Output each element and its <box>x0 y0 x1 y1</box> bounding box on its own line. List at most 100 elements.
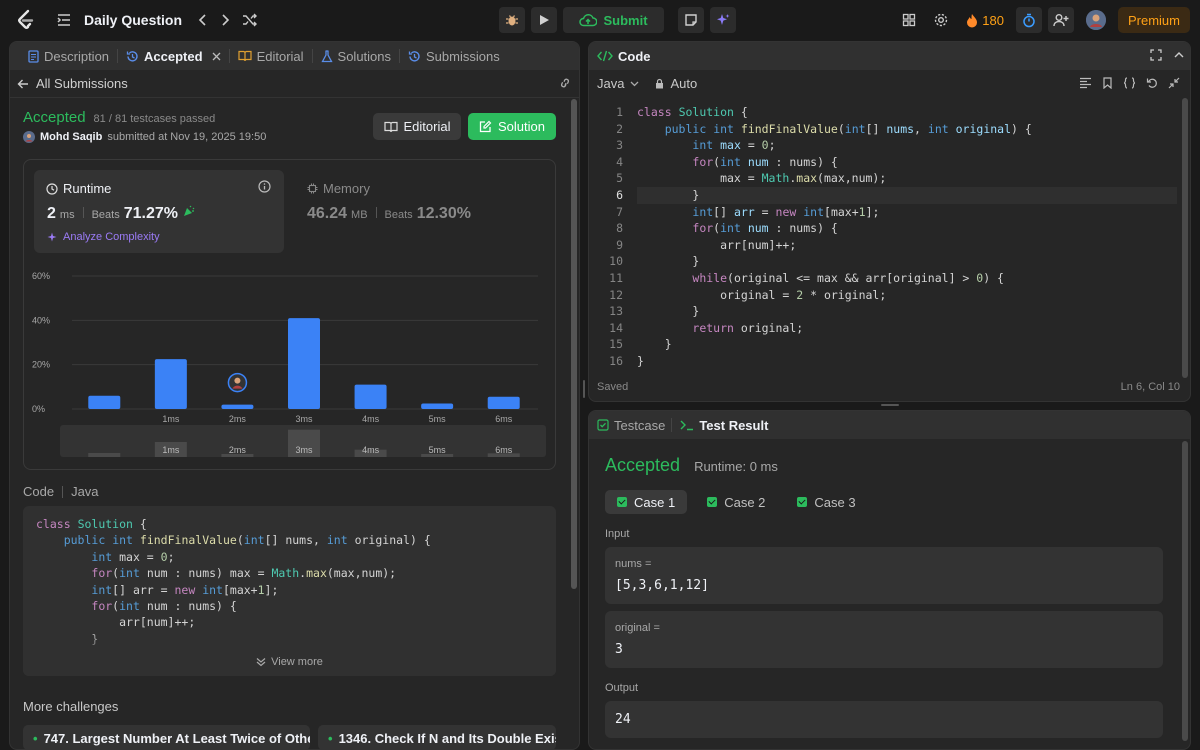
line-number: 2 <box>616 121 623 136</box>
your-submission-marker[interactable] <box>227 372 248 393</box>
case-tab[interactable]: Case 1 <box>605 490 688 514</box>
x-tick-label: 6ms <box>495 414 513 424</box>
bar[interactable] <box>88 395 121 409</box>
mini-tick-label: 2ms <box>229 445 247 455</box>
view-more-button[interactable]: View more <box>23 656 556 668</box>
bar[interactable] <box>421 403 454 409</box>
resize-handle[interactable] <box>881 404 899 406</box>
tab-description[interactable]: Description <box>20 42 117 70</box>
debug-button[interactable] <box>499 7 525 33</box>
line-number: 3 <box>616 138 623 153</box>
info-icon[interactable] <box>258 180 271 193</box>
format-icon[interactable] <box>1079 77 1092 89</box>
flame-icon <box>966 13 978 28</box>
tab-accepted[interactable]: Accepted <box>118 42 229 70</box>
tab-testcase[interactable]: Testcase <box>597 411 671 439</box>
close-icon[interactable] <box>212 52 221 61</box>
premium-button[interactable]: Premium <box>1117 7 1190 33</box>
memory-card[interactable]: Memory 46.24 MB Beats 12.30% <box>307 170 547 253</box>
line-number: 11 <box>609 270 623 285</box>
ai-assist-button[interactable] <box>710 7 736 33</box>
notes-button[interactable] <box>678 7 704 33</box>
code-line: for(int num : nums) { <box>91 599 237 614</box>
more-challenges-heading: More challenges <box>23 699 119 714</box>
line-number: 4 <box>616 154 623 169</box>
challenge-link[interactable]: • 747. Largest Number At Least Twice of O… <box>23 725 310 749</box>
editor-scrollbar[interactable] <box>1182 98 1188 378</box>
submitted-time: submitted at Nov 19, 2025 19:50 <box>107 131 267 143</box>
bookmark-icon[interactable] <box>1102 77 1113 89</box>
memory-beats: 12.30% <box>416 205 471 222</box>
y-tick-label: 0% <box>32 404 45 414</box>
analyze-complexity-link[interactable]: Analyze Complexity <box>47 231 160 243</box>
runtime-label: Runtime <box>63 181 112 196</box>
line-number: 9 <box>616 237 623 252</box>
problem-list-title[interactable]: Daily Question <box>84 12 182 28</box>
line-number: 5 <box>616 171 623 186</box>
leetcode-logo[interactable] <box>14 8 38 32</box>
user-name[interactable]: Mohd Saqib <box>40 131 102 143</box>
case-tab[interactable]: Case 3 <box>785 490 867 514</box>
braces-icon[interactable] <box>1123 77 1136 89</box>
bar[interactable] <box>154 359 187 409</box>
language-select[interactable]: Java <box>597 76 624 91</box>
cloud-upload-icon <box>579 13 598 27</box>
code-editor[interactable]: class Solution { public int findFinalVal… <box>637 104 1032 370</box>
chevron-up-icon[interactable] <box>1173 49 1185 61</box>
gear-icon[interactable] <box>928 12 954 28</box>
checkbox-icon <box>597 419 609 431</box>
avatar[interactable] <box>1085 10 1106 30</box>
tab-editorial[interactable]: Editorial <box>230 42 312 70</box>
streak-counter[interactable]: 180 <box>966 13 1004 28</box>
collapse-icon[interactable] <box>1168 77 1180 89</box>
play-icon <box>538 14 550 26</box>
link-icon[interactable] <box>558 77 572 89</box>
problem-list-icon[interactable] <box>56 13 72 27</box>
maximize-icon[interactable] <box>1150 49 1162 61</box>
code-line: class Solution { <box>36 517 147 531</box>
mini-bar <box>88 453 121 457</box>
x-tick-label: 4ms <box>362 414 380 424</box>
reset-icon[interactable] <box>1146 77 1158 89</box>
challenge-link[interactable]: • 1346. Check If N and Its Double Exist <box>318 725 556 749</box>
runtime-card[interactable]: Runtime 2 ms Beats 71.27% Analyze Comple… <box>34 170 284 253</box>
case-tab[interactable]: Case 2 <box>695 490 777 514</box>
line-number: 16 <box>609 353 623 368</box>
tab-solutions[interactable]: Solutions <box>313 42 399 70</box>
left-scrollbar[interactable] <box>571 99 577 589</box>
editor-toolbar <box>1079 77 1180 89</box>
submit-button[interactable]: Submit <box>563 7 664 33</box>
tab-submissions[interactable]: Submissions <box>400 42 508 70</box>
code-label: Code <box>23 484 55 499</box>
chevron-down-icon[interactable] <box>630 81 639 87</box>
add-user-icon[interactable] <box>1047 7 1074 33</box>
bar[interactable] <box>221 404 254 409</box>
runtime-unit: ms <box>59 209 75 221</box>
runtime-distribution-chart[interactable]: 60% 40% 20% 0% 1ms 2ms 3ms 4ms 5ms 6ms 1ms 2ms 3ms 4m… <box>24 260 555 470</box>
bar[interactable] <box>288 318 320 409</box>
chevron-left-icon[interactable] <box>198 13 208 27</box>
mini-tick-label: 6ms <box>495 445 513 455</box>
bar[interactable] <box>354 384 387 409</box>
editorial-button[interactable]: Editorial <box>373 113 461 140</box>
result-scrollbar[interactable] <box>1182 441 1188 741</box>
run-button[interactable] <box>531 7 557 33</box>
layout-grid-icon[interactable] <box>896 13 922 27</box>
memory-value: 46.24 <box>307 205 348 222</box>
line-number: 1 <box>616 105 623 119</box>
auto-mode[interactable]: Auto <box>670 76 697 91</box>
x-tick-label: 3ms <box>295 414 313 424</box>
back-link[interactable]: All Submissions <box>17 76 128 91</box>
chevron-right-icon[interactable] <box>220 13 230 27</box>
timer-icon[interactable] <box>1015 7 1042 33</box>
tab-code[interactable]: Code <box>597 42 651 70</box>
original-value: 3 <box>615 642 623 657</box>
tab-test-result[interactable]: Test Result <box>672 411 776 439</box>
solution-button[interactable]: Solution <box>468 113 556 140</box>
shuffle-icon[interactable] <box>242 13 258 27</box>
result-tab-bar: Testcase Test Result <box>589 411 1190 439</box>
clock-icon <box>46 182 58 195</box>
bar[interactable] <box>487 396 520 409</box>
check-icon <box>617 497 627 507</box>
vertical-resize-handle[interactable] <box>583 380 585 398</box>
